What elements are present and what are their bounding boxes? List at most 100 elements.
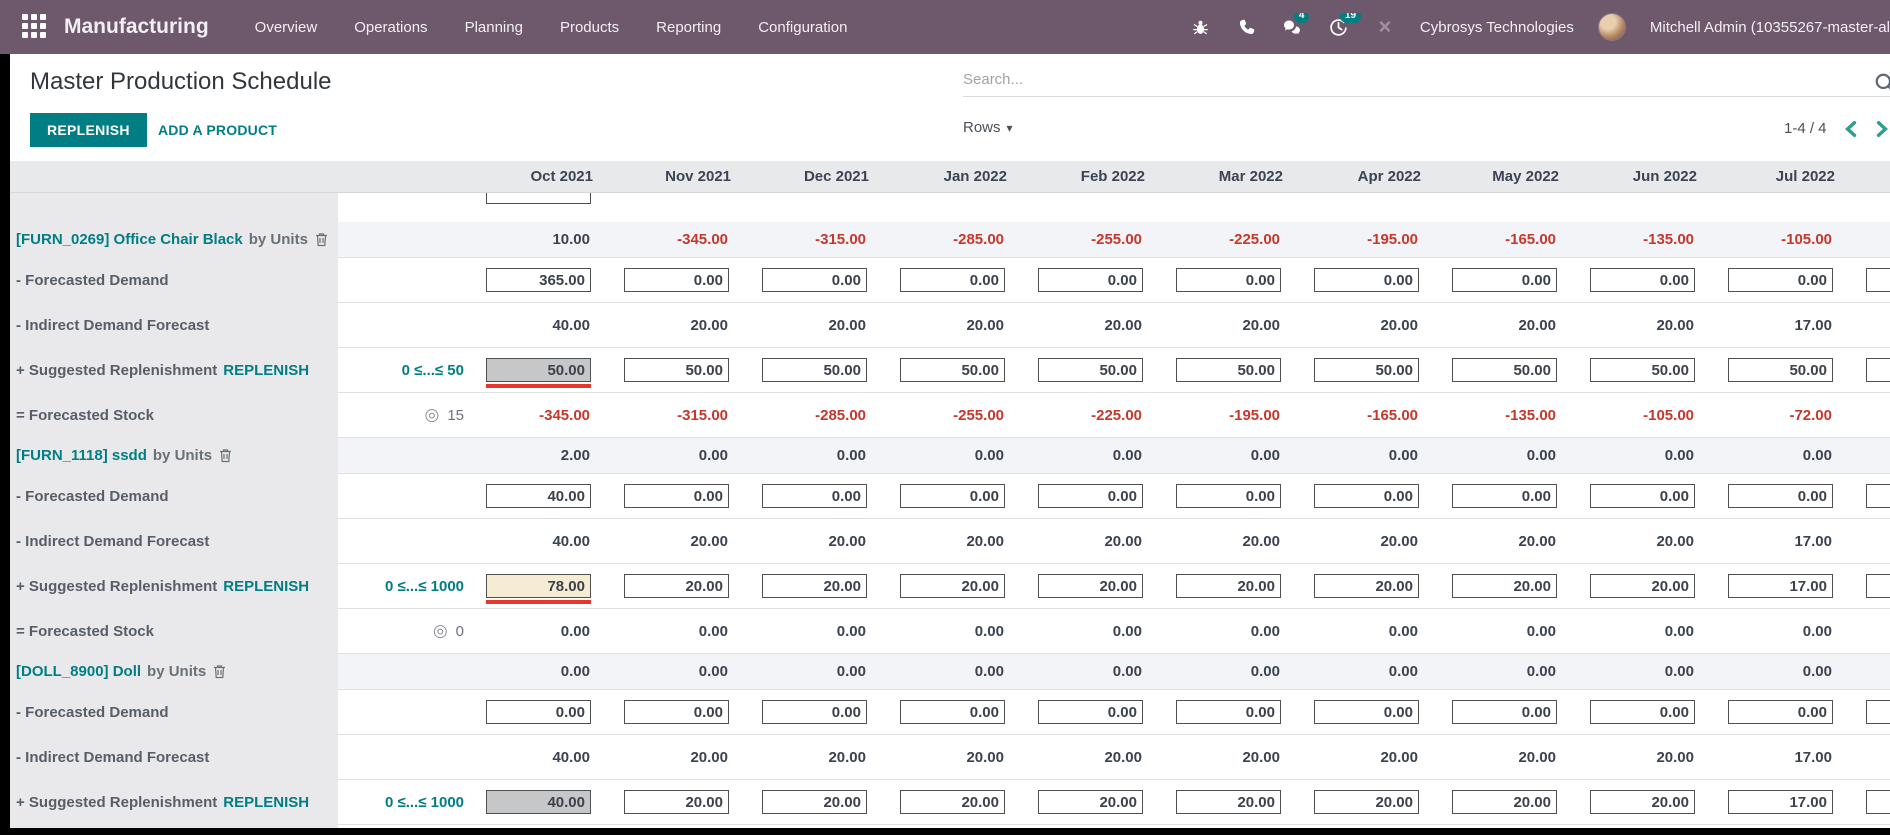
forecast-input[interactable]: 0.00 <box>1590 484 1695 508</box>
search-input[interactable]: Search... <box>963 71 1023 88</box>
add-a-product-button[interactable]: ADD A PRODUCT <box>158 122 277 138</box>
forecast-input[interactable]: 0.00 <box>762 700 867 724</box>
forecast-input[interactable] <box>1866 268 1890 292</box>
replenish-input[interactable]: 20.00 <box>1038 574 1143 598</box>
forecast-input[interactable]: 0.00 <box>1038 700 1143 724</box>
replenish-input[interactable]: 50.00 <box>1728 358 1833 382</box>
replenish-input[interactable]: 17.00 <box>1728 790 1833 814</box>
forecast-input[interactable]: 0.00 <box>900 700 1005 724</box>
menu-item-configuration[interactable]: Configuration <box>758 19 847 36</box>
menu-item-operations[interactable]: Operations <box>354 19 427 36</box>
replenish-input[interactable]: 20.00 <box>762 574 867 598</box>
replenish-input[interactable]: 20.00 <box>1590 790 1695 814</box>
user-avatar[interactable] <box>1598 13 1626 41</box>
replenish-input[interactable]: 20.00 <box>900 790 1005 814</box>
replenish-input[interactable]: 20.00 <box>1176 790 1281 814</box>
app-name[interactable]: Manufacturing <box>64 15 209 39</box>
replenish-input[interactable] <box>1866 574 1890 598</box>
apps-menu-icon[interactable] <box>22 14 48 40</box>
replenish-input[interactable]: 20.00 <box>1314 790 1419 814</box>
row-replenish-link[interactable]: REPLENISH <box>223 362 309 379</box>
replenish-input[interactable]: 50.00 <box>1590 358 1695 382</box>
menu-item-overview[interactable]: Overview <box>255 19 318 36</box>
replenish-input[interactable]: 20.00 <box>1176 574 1281 598</box>
replenish-input[interactable]: 50.00 <box>1452 358 1557 382</box>
forecast-input[interactable]: 0.00 <box>624 700 729 724</box>
forecast-input[interactable]: 0.00 <box>1452 484 1557 508</box>
forecast-input[interactable]: 0.00 <box>1728 268 1833 292</box>
forecast-input[interactable] <box>1866 700 1890 724</box>
forecast-input[interactable]: 0.00 <box>1314 484 1419 508</box>
forecast-input[interactable]: 0.00 <box>1314 700 1419 724</box>
bug-icon[interactable] <box>1190 16 1212 38</box>
search-icon[interactable] <box>1874 72 1890 99</box>
trash-icon[interactable] <box>219 448 232 463</box>
replenish-input[interactable]: 78.00 <box>486 574 591 598</box>
forecast-input[interactable]: 0.00 <box>1452 268 1557 292</box>
product-name[interactable]: [FURN_1118] ssdd <box>16 447 147 464</box>
replenish-input[interactable]: 17.00 <box>1728 574 1833 598</box>
rows-dropdown[interactable]: Rows▾ <box>963 119 1013 136</box>
row-replenish-link[interactable]: REPLENISH <box>223 578 309 595</box>
trash-icon[interactable] <box>315 232 328 247</box>
replenish-input[interactable]: 20.00 <box>762 790 867 814</box>
replenish-input[interactable]: 20.00 <box>1452 574 1557 598</box>
forecast-input[interactable]: 0.00 <box>1176 484 1281 508</box>
replenish-input[interactable]: 20.00 <box>1590 574 1695 598</box>
forecast-input[interactable]: 0.00 <box>900 268 1005 292</box>
forecast-input[interactable]: 0.00 <box>1038 268 1143 292</box>
forecast-input[interactable]: 365.00 <box>486 268 591 292</box>
menu-item-planning[interactable]: Planning <box>465 19 523 36</box>
trash-icon[interactable] <box>213 664 226 679</box>
replenish-input[interactable]: 50.00 <box>1176 358 1281 382</box>
replenish-input[interactable]: 50.00 <box>1038 358 1143 382</box>
replenish-input[interactable] <box>1866 358 1890 382</box>
replenish-input[interactable]: 50.00 <box>900 358 1005 382</box>
product-name[interactable]: [FURN_0269] Office Chair Black <box>16 231 243 248</box>
replenish-button[interactable]: REPLENISH <box>30 113 147 147</box>
min-max-range-link[interactable]: 0 ≤...≤ 50 <box>402 362 464 379</box>
forecast-input[interactable]: 0.00 <box>1728 700 1833 724</box>
forecast-input[interactable]: 0.00 <box>762 484 867 508</box>
activities-clock-icon[interactable]: 19 <box>1328 16 1350 38</box>
forecast-input[interactable]: 0.00 <box>1590 700 1695 724</box>
forecast-input[interactable]: 0.00 <box>1314 268 1419 292</box>
replenish-input[interactable]: 50.00 <box>486 358 591 382</box>
replenish-input[interactable]: 20.00 <box>1314 574 1419 598</box>
forecast-input[interactable]: 0.00 <box>900 484 1005 508</box>
replenish-input[interactable]: 40.00 <box>486 790 591 814</box>
messages-icon[interactable]: 4 <box>1282 16 1304 38</box>
forecast-input[interactable]: 0.00 <box>624 484 729 508</box>
replenish-input[interactable]: 50.00 <box>762 358 867 382</box>
forecast-input[interactable]: 0.00 <box>1038 484 1143 508</box>
menu-item-products[interactable]: Products <box>560 19 619 36</box>
forecast-input[interactable]: 0.00 <box>486 700 591 724</box>
replenish-input[interactable]: 20.00 <box>624 790 729 814</box>
replenish-input[interactable]: 20.00 <box>1038 790 1143 814</box>
forecast-input[interactable] <box>1866 484 1890 508</box>
pager-next-icon[interactable] <box>1875 121 1889 137</box>
menu-item-reporting[interactable]: Reporting <box>656 19 721 36</box>
replenish-input[interactable]: 20.00 <box>900 574 1005 598</box>
replenish-input[interactable]: 20.00 <box>1452 790 1557 814</box>
technical-tools-icon[interactable]: × <box>1374 16 1396 38</box>
forecast-input[interactable]: 0.00 <box>624 268 729 292</box>
forecast-input[interactable]: 0.00 <box>1176 268 1281 292</box>
min-max-range-link[interactable]: 0 ≤...≤ 1000 <box>385 794 464 811</box>
product-name[interactable]: [DOLL_8900] Doll <box>16 663 141 680</box>
user-name[interactable]: Mitchell Admin (10355267-master-al <box>1650 19 1890 36</box>
phone-icon[interactable] <box>1236 16 1258 38</box>
forecast-input[interactable]: 0.00 <box>762 268 867 292</box>
replenish-input[interactable]: 50.00 <box>624 358 729 382</box>
company-name[interactable]: Cybrosys Technologies <box>1420 19 1574 36</box>
replenish-input[interactable]: 20.00 <box>624 574 729 598</box>
min-max-range-link[interactable]: 0 ≤...≤ 1000 <box>385 578 464 595</box>
forecast-input[interactable]: 0.00 <box>1452 700 1557 724</box>
forecast-input[interactable]: 0.00 <box>1590 268 1695 292</box>
replenish-input[interactable] <box>1866 790 1890 814</box>
forecast-input[interactable] <box>486 193 591 204</box>
row-replenish-link[interactable]: REPLENISH <box>223 794 309 811</box>
pager-previous-icon[interactable] <box>1844 121 1858 137</box>
replenish-input[interactable]: 50.00 <box>1314 358 1419 382</box>
forecast-input[interactable]: 40.00 <box>486 484 591 508</box>
